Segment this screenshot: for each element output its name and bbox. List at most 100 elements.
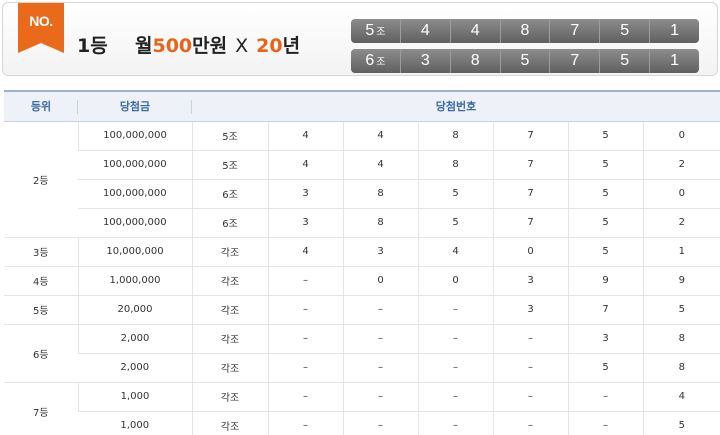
winning-number-row: 6조 3 8 5 7 5 1 bbox=[351, 49, 699, 73]
group-cell: 각조 bbox=[191, 324, 268, 354]
prize-years-number: 20 bbox=[256, 35, 283, 57]
digit-cell: – bbox=[267, 382, 343, 412]
group-cell: 각조 bbox=[191, 237, 268, 267]
digit-cell: 8 bbox=[642, 353, 720, 383]
table-header-row: 등위 당첨금 당첨번호 bbox=[4, 90, 720, 122]
first-rank-title: 1등 bbox=[77, 35, 108, 57]
amount-cell: 1,000 bbox=[78, 411, 192, 435]
digit-cell: – bbox=[417, 324, 493, 354]
digit-cell: 0 bbox=[417, 266, 493, 296]
digit-cell: – bbox=[342, 295, 418, 325]
digit-cell: 8 bbox=[417, 150, 493, 180]
digit-cell: 3 bbox=[267, 208, 343, 238]
header-numbers: 당첨번호 bbox=[192, 90, 720, 122]
digit-cell: 3 bbox=[567, 324, 643, 354]
digit-cell: – bbox=[267, 266, 343, 296]
digit-cell: – bbox=[567, 411, 643, 435]
digit-cell: 0 bbox=[342, 266, 418, 296]
digit-cell: – bbox=[342, 324, 418, 354]
number-ball: 1 bbox=[649, 19, 699, 43]
rank-cell: 2등 bbox=[4, 121, 78, 238]
digit-cell: 7 bbox=[492, 208, 568, 238]
digit-cell: – bbox=[567, 382, 643, 412]
first-prize-box: NO. 1등 월500만원 X 20년 5조 4 4 8 7 5 1 6조 3 8 … bbox=[2, 2, 718, 76]
header-rank: 등위 bbox=[4, 90, 78, 122]
rank-cell: 7등 bbox=[4, 382, 78, 435]
prize-unit: 만원 bbox=[192, 35, 228, 57]
winning-number-row: 5조 4 4 8 7 5 1 bbox=[351, 19, 699, 43]
digit-cell: – bbox=[342, 411, 418, 435]
amount-cell: 1,000 bbox=[77, 382, 192, 412]
group-cell: 각조 bbox=[191, 266, 268, 296]
prize-results-table: 등위 당첨금 당첨번호 2등 100,000,000 5조 4 4 8 7 5 0 100,000… bbox=[4, 90, 720, 435]
amount-cell: 1,000,000 bbox=[77, 266, 192, 296]
number-ball: 1 bbox=[649, 49, 699, 73]
amount-cell: 2,000 bbox=[77, 324, 192, 354]
digit-cell: – bbox=[492, 353, 568, 383]
digit-cell: 4 bbox=[267, 121, 343, 151]
digit-cell: – bbox=[267, 295, 343, 325]
digit-cell: 5 bbox=[642, 295, 720, 325]
digit-cell: – bbox=[492, 382, 568, 412]
table-row: 6등 2,000 각조 – – – –3 8 bbox=[4, 324, 720, 383]
digit-cell: 3 bbox=[342, 237, 418, 267]
number-ball: 8 bbox=[449, 49, 500, 73]
number-ball: 7 bbox=[549, 19, 599, 43]
rank-cell: 5등 bbox=[4, 295, 78, 325]
digit-cell: – bbox=[492, 324, 568, 354]
table-row: 3등 10,000,000 각조 4 3 4 0 5 1 bbox=[4, 237, 720, 267]
digit-cell: 3 bbox=[267, 179, 343, 209]
prize-years-unit: 년 bbox=[282, 35, 301, 57]
number-ball: 7 bbox=[549, 49, 599, 73]
amount-cell: 10,000,000 bbox=[77, 237, 192, 267]
table-row: 2등 100,000,000 5조 4 4 8 7 5 0 bbox=[4, 121, 720, 238]
number-ball: 5 bbox=[599, 19, 649, 43]
group-cell: 각조 bbox=[191, 382, 268, 412]
rank-cell: 4등 bbox=[4, 266, 78, 296]
number-ball: 5 bbox=[499, 49, 550, 73]
number-ball: 5 bbox=[599, 49, 649, 73]
digit-cell: 5 bbox=[567, 208, 643, 238]
digit-cell: 4 bbox=[267, 237, 343, 267]
digit-cell: 5 bbox=[417, 208, 493, 238]
digit-cell: 8 bbox=[642, 324, 720, 354]
digit-cell: 2 bbox=[642, 208, 720, 238]
group-cell: 5조 bbox=[191, 150, 268, 180]
digit-cell: 9 bbox=[642, 266, 720, 296]
digit-cell: 4 bbox=[342, 150, 418, 180]
digit-cell: 5 bbox=[567, 179, 643, 209]
amount-cell: 100,000,000 bbox=[78, 179, 192, 209]
table-row: 100,000,000 6조 3 8 5 7 5 2 bbox=[4, 208, 720, 238]
group-cell: 각조 bbox=[191, 353, 268, 383]
digit-cell: – bbox=[267, 411, 343, 435]
table-row: 100,000,000 6조 3 8 5 7 5 0 bbox=[4, 179, 720, 209]
amount-cell: 100,000,000 bbox=[78, 208, 192, 238]
digit-cell: – bbox=[267, 353, 343, 383]
group-cell: 6조 bbox=[191, 208, 268, 238]
digit-cell: 0 bbox=[492, 237, 568, 267]
group-cell: 각조 bbox=[191, 411, 268, 435]
digit-cell: 5 bbox=[567, 121, 643, 151]
number-ball: 3 bbox=[399, 49, 450, 73]
digit-cell: – bbox=[417, 295, 493, 325]
group-cell: 6조 bbox=[191, 179, 268, 209]
digit-cell: 7 bbox=[492, 121, 568, 151]
digit-cell: – bbox=[417, 411, 493, 435]
digit-cell: 0 bbox=[642, 121, 720, 151]
amount-cell: 100,000,000 bbox=[77, 121, 192, 151]
number-ball: 4 bbox=[399, 19, 450, 43]
header-amount: 당첨금 bbox=[78, 90, 192, 122]
rank-ribbon-badge: NO. bbox=[18, 3, 64, 53]
prize-amount: 500 bbox=[152, 35, 193, 57]
digit-cell: 0 bbox=[642, 179, 720, 209]
table-row: 1,000 각조 – – – – –5 bbox=[4, 411, 720, 435]
group-cell: 각조 bbox=[191, 295, 268, 325]
digit-cell: 2 bbox=[642, 150, 720, 180]
digit-cell: 1 bbox=[642, 237, 720, 267]
digit-cell: 5 bbox=[417, 179, 493, 209]
digit-cell: 3 bbox=[492, 295, 568, 325]
amount-cell: 20,000 bbox=[77, 295, 192, 325]
digit-cell: 5 bbox=[567, 237, 643, 267]
table-row: 5등 20,000 각조 – – –3 7 5 bbox=[4, 295, 720, 325]
rank-cell: 3등 bbox=[4, 237, 78, 267]
